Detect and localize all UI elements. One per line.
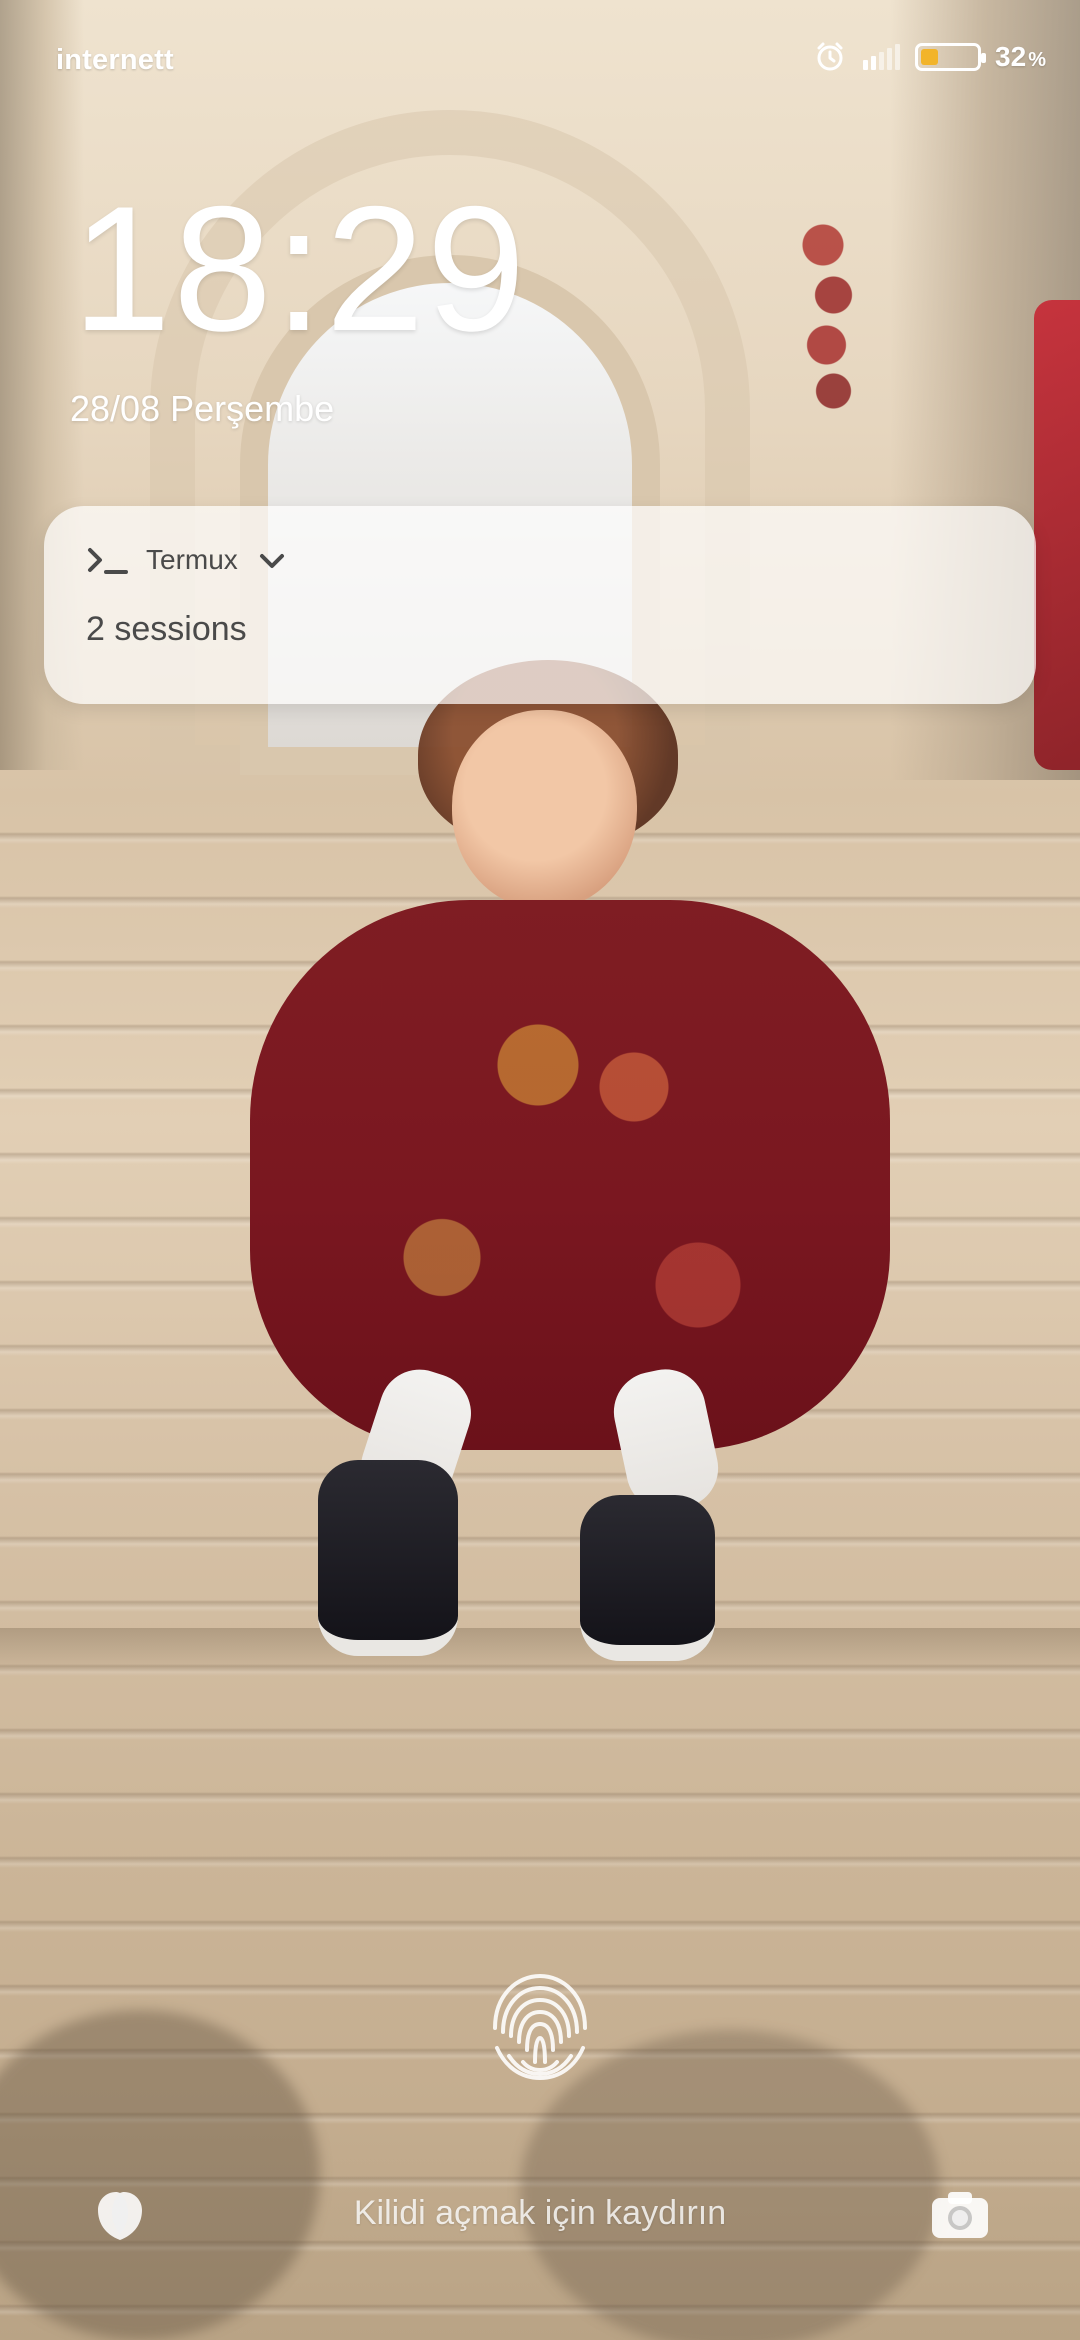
notification-text: 2 sessions — [86, 610, 247, 648]
notification-app-name: Termux — [146, 544, 238, 575]
alarm-icon — [813, 40, 847, 74]
fingerprint-icon[interactable] — [465, 1950, 615, 2100]
battery-fill — [921, 49, 939, 65]
lockscreen-date: 28/08 Perşembe — [70, 388, 335, 429]
signal-icon — [861, 42, 901, 72]
chevron-down-icon[interactable] — [256, 550, 288, 572]
battery-percent: 32% — [995, 41, 1046, 73]
carrier-name: internett — [56, 44, 174, 76]
status-icons: 32% — [813, 40, 1046, 74]
battery-percent-value: 32 — [995, 41, 1027, 72]
wallpaper-flowers — [795, 215, 865, 415]
terminal-icon — [86, 542, 134, 578]
lockscreen-time: 18:29 — [72, 169, 528, 368]
notification-header: Termux — [86, 542, 288, 578]
wallpaper-step-edge — [0, 1628, 1080, 1676]
child-shoe-left — [318, 1460, 458, 1656]
camera-icon[interactable] — [928, 2186, 992, 2242]
battery-percent-sign: % — [1028, 49, 1046, 71]
child-dress — [250, 900, 890, 1450]
battery-icon — [915, 43, 987, 71]
unlock-hint: Kilidi açmak için kaydırın — [353, 2194, 727, 2232]
wallpaper-red-fabric — [1034, 300, 1080, 770]
termux-notification[interactable]: Termux 2 sessions — [44, 506, 1036, 704]
child-face — [452, 710, 637, 910]
child-shoe-right — [580, 1495, 715, 1661]
status-bar: internett 32% — [0, 0, 1080, 120]
